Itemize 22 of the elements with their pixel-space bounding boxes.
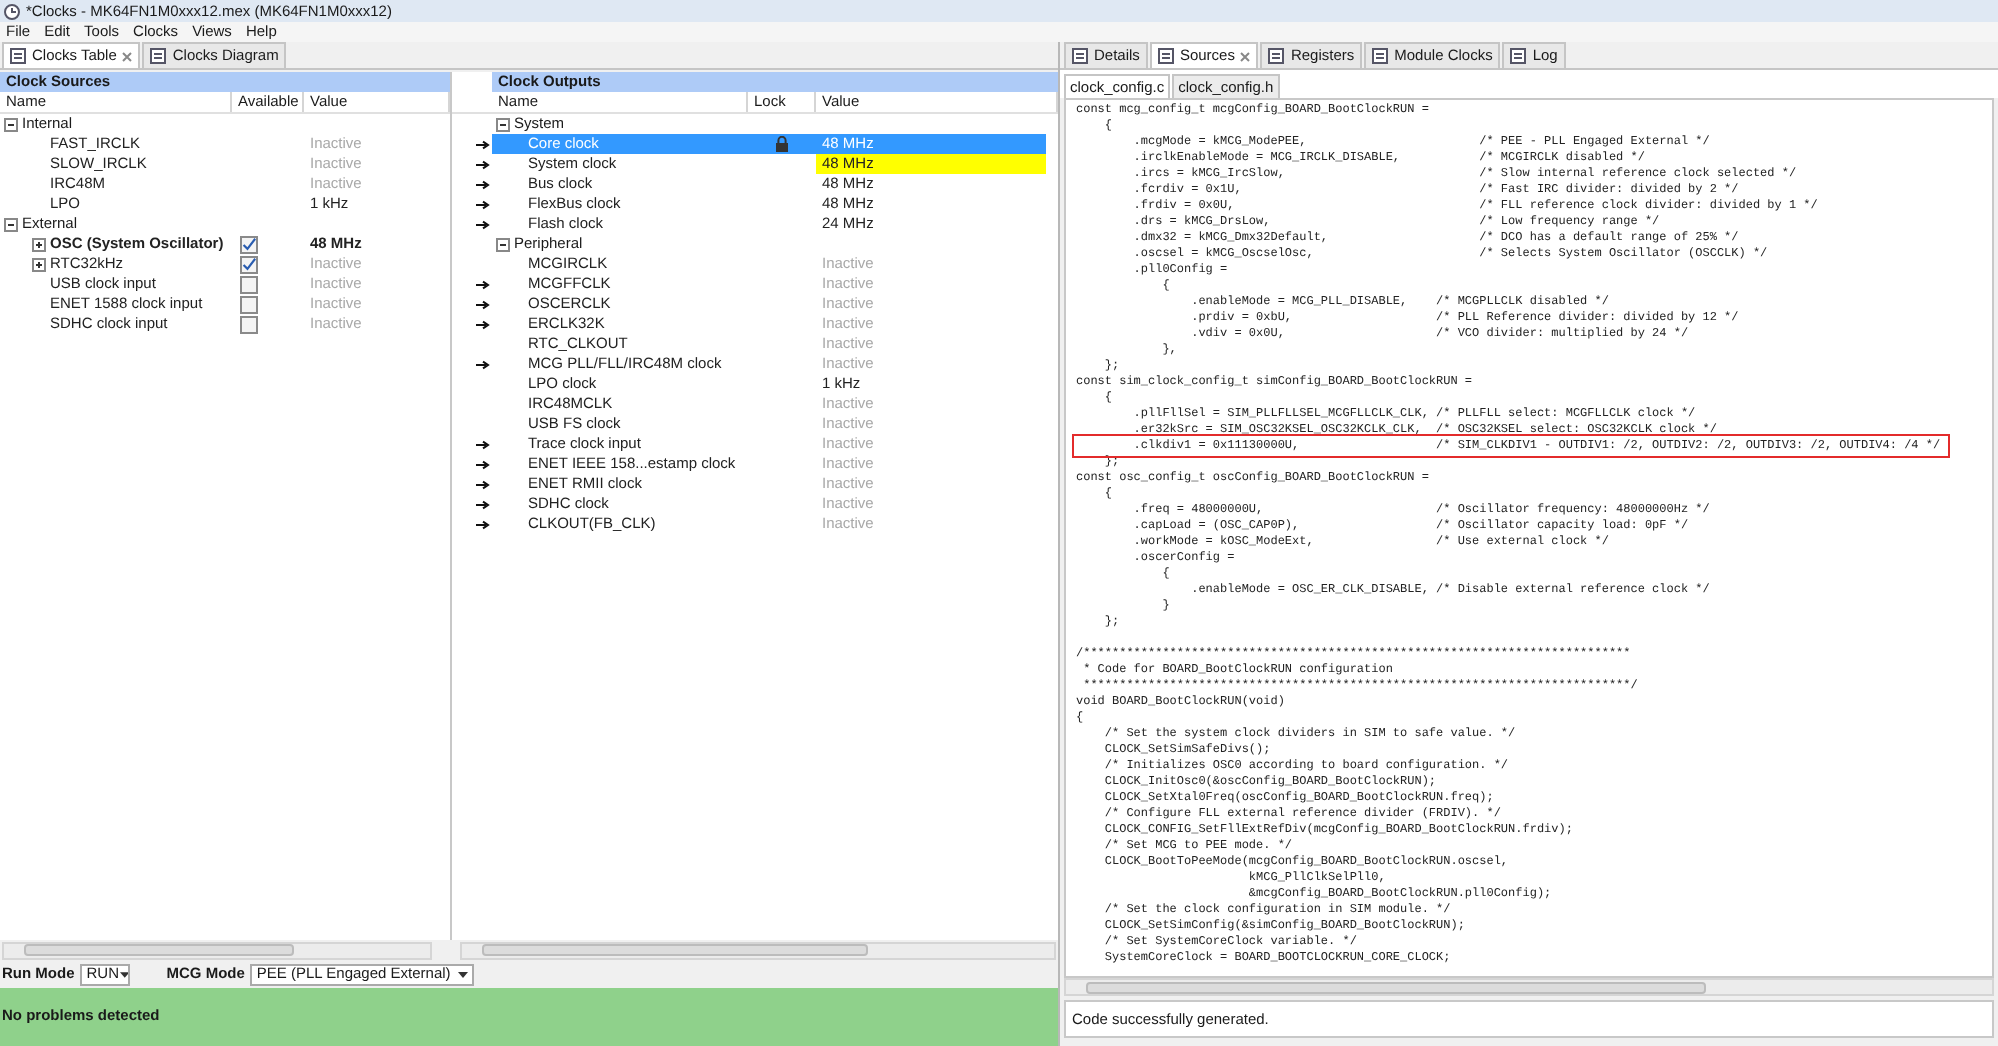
scrollbar[interactable] <box>1064 978 1994 996</box>
checkbox[interactable] <box>240 295 258 313</box>
scrollbar[interactable] <box>2 941 432 959</box>
caret-icon <box>458 971 469 977</box>
document-icon <box>1157 48 1174 64</box>
checkbox[interactable] <box>240 255 258 273</box>
collapse-icon[interactable] <box>4 117 18 131</box>
expand-icon[interactable] <box>32 257 46 271</box>
checkbox[interactable] <box>240 275 258 293</box>
expand-icon[interactable] <box>32 237 46 251</box>
collapse-icon[interactable] <box>496 237 510 251</box>
close-icon[interactable] <box>122 51 133 61</box>
checkbox[interactable] <box>240 315 258 333</box>
table-icon <box>10 48 26 64</box>
caret-icon <box>119 971 129 977</box>
collapse-icon[interactable] <box>4 217 18 231</box>
collapse-icon[interactable] <box>496 117 510 131</box>
close-icon[interactable] <box>1240 51 1251 61</box>
code-editor[interactable] <box>1064 98 1994 978</box>
scrollbar[interactable] <box>460 941 1056 959</box>
details-icon <box>1072 48 1088 64</box>
checkbox[interactable] <box>240 235 258 253</box>
